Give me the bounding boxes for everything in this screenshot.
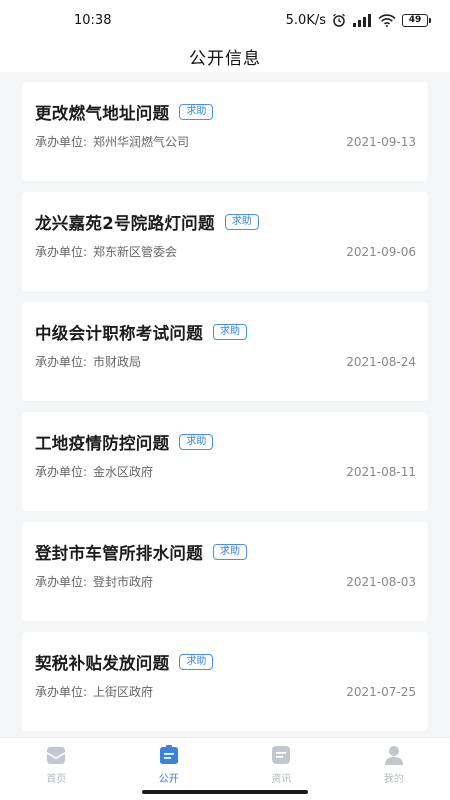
page-title: 公开信息 — [189, 48, 261, 69]
item-date: 2021-09-06 — [346, 244, 416, 259]
org-label: 承办单位: — [35, 465, 88, 479]
status-badge: 求助 — [179, 654, 214, 670]
header: 公开信息 — [0, 40, 450, 72]
list-item[interactable]: 更改燃气地址问题 求助 承办单位: 郑州华润燃气公司 2021-09-13 — [22, 82, 428, 181]
item-date: 2021-08-11 — [346, 464, 416, 479]
status-time: 10:38 — [74, 12, 112, 28]
battery-icon: 49 — [402, 13, 431, 27]
status-badge: 求助 — [224, 214, 259, 230]
list-item[interactable]: 登封市车管所排水问题 求助 承办单位: 登封市政府 2021-08-03 — [22, 522, 428, 621]
signal-icon — [352, 13, 372, 27]
org-label: 承办单位: — [35, 685, 88, 699]
item-title: 更改燃气地址问题 — [35, 104, 170, 123]
org-name: 上街区政府 — [93, 685, 154, 699]
status-badge: 求助 — [179, 104, 214, 120]
list-item[interactable]: 工地疫情防控问题 求助 承办单位: 金水区政府 2021-08-11 — [22, 412, 428, 511]
item-title: 契税补贴发放问题 — [35, 654, 170, 673]
org-label: 承办单位: — [35, 355, 88, 369]
status-badge: 求助 — [213, 324, 247, 340]
item-date: 2021-07-25 — [346, 684, 416, 699]
home-icon — [45, 744, 67, 766]
org-label: 承办单位: — [35, 135, 88, 149]
item-title: 龙兴嘉苑2号院路灯问题 — [35, 214, 215, 233]
list-item[interactable]: 中级会计职称考试问题 求助 承办单位: 市财政局 2021-08-24 — [22, 302, 428, 401]
tab-profile[interactable]: 我的 — [338, 738, 450, 800]
info-list[interactable]: 更改燃气地址问题 求助 承办单位: 郑州华润燃气公司 2021-09-13 龙兴… — [0, 72, 450, 737]
list-item[interactable]: 契税补贴发放问题 求助 承办单位: 上街区政府 2021-07-25 — [22, 632, 428, 731]
news-icon — [270, 744, 292, 766]
status-indicators: 5.0K/s 49 — [285, 12, 431, 28]
wifi-icon — [378, 13, 396, 27]
item-date: 2021-08-03 — [346, 574, 416, 589]
profile-icon — [383, 744, 405, 766]
org-name: 金水区政府 — [93, 465, 154, 479]
alarm-icon — [332, 13, 346, 27]
org-name: 郑州华润燃气公司 — [93, 135, 190, 149]
org-name: 登封市政府 — [93, 575, 154, 589]
status-badge: 求助 — [179, 434, 214, 450]
list-item[interactable]: 龙兴嘉苑2号院路灯问题 求助 承办单位: 郑东新区管委会 2021-09-06 — [22, 192, 428, 291]
status-badge: 求助 — [213, 544, 247, 560]
org-label: 承办单位: — [35, 245, 88, 259]
public-icon — [158, 744, 180, 766]
network-speed: 5.0K/s — [285, 12, 326, 28]
org-name: 市财政局 — [93, 355, 142, 369]
tab-public-label: 公开 — [158, 774, 179, 785]
item-date: 2021-08-24 — [346, 354, 416, 369]
tab-home-label: 首页 — [46, 774, 67, 785]
status-bar: 10:38 5.0K/s 49 — [0, 0, 450, 40]
item-date: 2021-09-13 — [346, 134, 416, 149]
org-label: 承办单位: — [35, 575, 88, 589]
item-title: 登封市车管所排水问题 — [35, 544, 203, 563]
item-title: 工地疫情防控问题 — [35, 434, 170, 453]
tab-profile-label: 我的 — [383, 774, 404, 785]
tab-news-label: 资讯 — [271, 774, 292, 785]
org-name: 郑东新区管委会 — [93, 245, 178, 259]
home-indicator[interactable] — [142, 790, 308, 794]
item-title: 中级会计职称考试问题 — [35, 324, 203, 343]
tab-home[interactable]: 首页 — [0, 738, 113, 800]
